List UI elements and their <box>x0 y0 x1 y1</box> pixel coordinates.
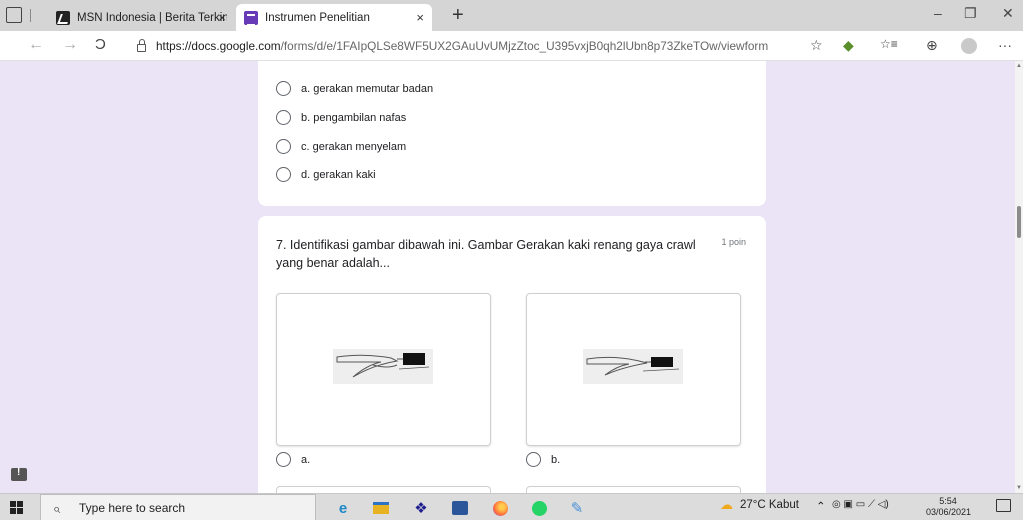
tab-close-icon[interactable]: × <box>416 10 424 25</box>
tab-title: MSN Indonesia | Berita Terkini Hari Ini <box>77 11 227 24</box>
tab-msn[interactable]: MSN Indonesia | Berita Terkini Hari Ini … <box>56 4 234 31</box>
option-label: b. pengambilan nafas <box>301 111 407 124</box>
back-button[interactable]: ← <box>28 36 44 54</box>
weather-text[interactable]: 27°C Kabut <box>740 499 799 511</box>
minimize-button[interactable]: – <box>934 5 942 21</box>
more-options-icon[interactable]: ··· <box>998 37 1012 53</box>
forward-button[interactable]: → <box>62 36 78 54</box>
windows-taskbar: ⌕ Type here to search e ❖ ✎ ☁ 27°C Kabut… <box>0 493 1023 520</box>
extension-icon[interactable]: ◆ <box>843 37 854 54</box>
search-placeholder: Type here to search <box>79 501 186 515</box>
option-b[interactable]: b. <box>526 452 560 467</box>
option-label: c. gerakan menyelam <box>301 140 407 153</box>
option-a[interactable]: a. <box>276 452 310 467</box>
question-title: 7. Identifikasi gambar dibawah ini. Gamb… <box>276 238 696 270</box>
notifications-icon[interactable] <box>996 499 1011 512</box>
paint-icon[interactable]: ✎ <box>566 497 588 519</box>
weather-icon[interactable]: ☁ <box>720 497 733 513</box>
word-icon[interactable] <box>449 497 471 519</box>
option-d[interactable]: d. gerakan kaki <box>276 167 376 182</box>
maximize-button[interactable]: ❐ <box>964 5 977 22</box>
feedback-icon[interactable] <box>11 467 27 481</box>
tab-close-icon[interactable]: × <box>218 10 226 25</box>
radio-icon[interactable] <box>276 139 291 154</box>
radio-icon[interactable] <box>526 452 541 467</box>
crawl-kick-illustration <box>333 349 433 384</box>
radio-icon[interactable] <box>276 452 291 467</box>
chevron-up-icon[interactable]: ⌃ <box>816 499 826 513</box>
tab-instrumen-penelitian[interactable]: Instrumen Penelitian × <box>236 4 432 31</box>
taskbar-clock[interactable]: 5:54 03/06/2021 <box>926 496 972 518</box>
radio-icon[interactable] <box>276 167 291 182</box>
clock-date: 03/06/2021 <box>926 507 972 517</box>
option-label: a. <box>301 453 311 466</box>
page-scrollbar[interactable]: ▲ ▼ <box>1015 61 1023 493</box>
crawl-kick-illustration <box>583 349 683 384</box>
whatsapp-icon[interactable] <box>528 497 550 519</box>
url-path: /forms/d/e/1FAIpQLSe8WF5UX2GAuUvUMjzZtoc… <box>280 39 769 53</box>
tab-bar: MSN Indonesia | Berita Terkini Hari Ini … <box>0 0 1023 31</box>
radio-icon[interactable] <box>276 110 291 125</box>
address-bar-row: ← → C https://docs.google.com/forms/d/e/… <box>0 31 1023 61</box>
dropbox-icon[interactable]: ❖ <box>410 497 432 519</box>
edge-icon[interactable]: e <box>332 497 354 519</box>
question-7-card: 7. Identifikasi gambar dibawah ini. Gamb… <box>258 216 766 520</box>
taskbar-search-box[interactable]: ⌕ Type here to search <box>40 494 316 520</box>
refresh-button[interactable]: C <box>95 36 106 53</box>
question-6-card: a. gerakan memutar badan b. pengambilan … <box>258 61 766 206</box>
google-forms-favicon-icon <box>244 10 258 26</box>
new-tab-button[interactable]: + <box>452 4 464 27</box>
option-label: b. <box>551 453 561 466</box>
lock-icon <box>137 38 146 52</box>
url-host: https://docs.google.com <box>156 39 281 53</box>
option-b-image <box>526 293 741 446</box>
tab-actions-icon[interactable] <box>6 7 22 23</box>
profile-avatar[interactable] <box>961 38 977 54</box>
url-field[interactable]: https://docs.google.com/forms/d/e/1FAIpQ… <box>137 35 768 57</box>
msn-favicon-icon <box>56 10 70 25</box>
search-icon: ⌕ <box>53 501 61 516</box>
option-a[interactable]: a. gerakan memutar badan <box>276 81 433 96</box>
points-label: 1 poin <box>721 237 746 247</box>
option-c[interactable]: c. gerakan menyelam <box>276 139 406 154</box>
system-tray-icons[interactable]: ◎ ▣ ▭ ⟋ ◁) <box>832 499 889 510</box>
scrollbar-thumb[interactable] <box>1017 206 1021 238</box>
close-window-button[interactable]: ✕ <box>1002 5 1014 22</box>
firefox-icon[interactable] <box>489 497 511 519</box>
option-a-image <box>276 293 491 446</box>
tab-title: Instrumen Penelitian <box>265 11 370 24</box>
scroll-down-icon[interactable]: ▼ <box>1015 485 1023 491</box>
radio-icon[interactable] <box>276 81 291 96</box>
favorites-icon[interactable]: ☆≡ <box>880 37 898 51</box>
collections-icon[interactable]: ⊕ <box>926 37 938 54</box>
add-favorite-icon[interactable]: ☆ <box>810 37 823 54</box>
scroll-up-icon[interactable]: ▲ <box>1015 63 1023 69</box>
option-b[interactable]: b. pengambilan nafas <box>276 110 406 125</box>
file-explorer-icon[interactable] <box>370 497 392 519</box>
clock-time: 5:54 <box>939 496 957 506</box>
option-label: a. gerakan memutar badan <box>301 82 434 95</box>
windows-start-icon[interactable] <box>10 501 23 514</box>
tab-separator <box>30 9 31 22</box>
option-label: d. gerakan kaki <box>301 168 376 181</box>
